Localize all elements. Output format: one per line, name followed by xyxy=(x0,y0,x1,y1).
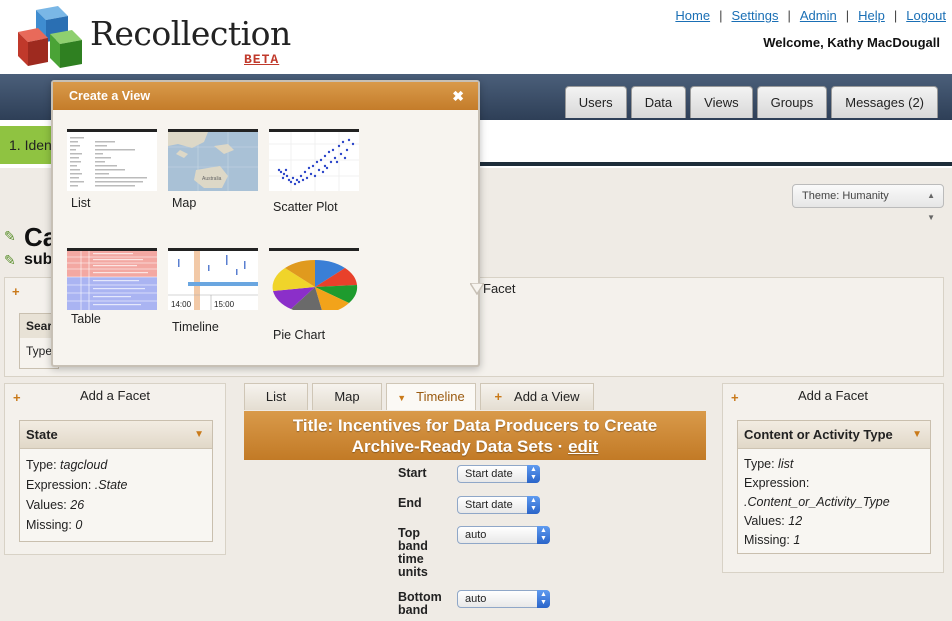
list-thumbnail-icon xyxy=(67,129,157,191)
scatter-thumbnail-icon xyxy=(269,129,359,191)
updown-arrow-icon: ▲ ▼ xyxy=(527,496,540,514)
timeline-thumbnail-icon: 14:00 15:00 xyxy=(168,248,258,310)
updown-arrow-icon: ▲ ▼ xyxy=(927,191,935,222)
state-facet: State ▼ Type: tagcloud Expression: .State… xyxy=(19,420,213,542)
top-links: Home | Settings | Admin | Help | Logout xyxy=(675,8,946,23)
help-link[interactable]: Help xyxy=(858,8,885,23)
top-band-value: auto xyxy=(465,529,487,541)
content-type-facet: Content or Activity Type ▼ Type: list Exp… xyxy=(737,420,931,554)
edit-title-link[interactable]: edit xyxy=(568,437,598,456)
view-option-label: Timeline xyxy=(172,320,219,334)
updown-arrow-icon: ▲ ▼ xyxy=(537,590,550,608)
values-label: Values: xyxy=(26,498,71,512)
start-value: Start date xyxy=(465,468,513,480)
add-facet-label[interactable]: Facet xyxy=(483,281,516,296)
svg-text:Australia: Australia xyxy=(202,176,222,182)
type-label: Type: xyxy=(744,457,779,471)
expression-value: .Content_or_Activity_Type xyxy=(744,495,890,509)
collection-subtitle: sub xyxy=(24,251,53,268)
view-title-banner: Title: Incentives for Data Producers to … xyxy=(244,411,706,460)
pencil-icon[interactable]: ✎ xyxy=(4,228,16,245)
dropdown-arrow-icon[interactable]: ▼ xyxy=(912,421,922,449)
tab-messages[interactable]: Messages (2) xyxy=(831,86,938,118)
view-option-label: Scatter Plot xyxy=(273,200,338,214)
left-facet-panel: + Add a Facet State ▼ Type: tagcloud Expr… xyxy=(4,383,226,555)
welcome-text: Welcome, Kathy MacDougall xyxy=(763,35,940,50)
missing-label: Missing: xyxy=(744,533,794,547)
map-thumbnail-icon: Australia xyxy=(168,129,258,191)
values-label: Values: xyxy=(744,514,789,528)
end-value: Start date xyxy=(465,499,513,511)
view-tab-label: Timeline xyxy=(416,389,465,404)
view-option-label: Pie Chart xyxy=(273,328,326,342)
end-label: End xyxy=(398,496,422,510)
view-option-label: List xyxy=(71,196,91,210)
plus-icon: + xyxy=(494,389,503,404)
facet-header: State xyxy=(26,427,58,442)
header: Recollection BETA Home | Settings | Admin | He… xyxy=(0,0,952,74)
banner-line-1: Title: Incentives for Data Producers to … xyxy=(292,416,658,435)
view-option-label: Map xyxy=(172,196,197,210)
right-facet-panel: + Add a Facet Content or Activity Type ▼ … xyxy=(722,383,944,573)
theme-select[interactable]: Theme: Humanity ▲ ▼ xyxy=(792,184,944,222)
add-view-label: Add a View xyxy=(514,389,580,404)
bottom-band-label: Bottom band xyxy=(398,590,442,617)
popup-title: Create a View xyxy=(69,89,151,103)
tab-users[interactable]: Users xyxy=(564,86,627,118)
add-view-tab[interactable]: + Add a View xyxy=(480,383,594,410)
facet-header: Content or Activity Type xyxy=(744,427,893,442)
logo-cubes-icon xyxy=(18,6,82,68)
start-label: Start xyxy=(398,466,427,480)
view-tab-map[interactable]: Map xyxy=(312,383,382,410)
home-link[interactable]: Home xyxy=(675,8,710,23)
add-facet-link[interactable]: Add a Facet xyxy=(5,388,225,403)
type-label: Type: xyxy=(26,458,61,472)
missing-value: 0 xyxy=(75,518,83,532)
start-select[interactable]: Start date ▲ ▼ xyxy=(457,465,540,483)
app-name: Recollection xyxy=(90,14,291,53)
settings-link[interactable]: Settings xyxy=(731,8,778,23)
table-thumbnail-icon xyxy=(67,248,157,310)
updown-arrow-icon: ▲ ▼ xyxy=(527,465,540,483)
theme-label: Theme: Humanity xyxy=(802,190,889,202)
view-option-label: Table xyxy=(71,312,101,326)
create-view-popup: Create a View ✖ List Australia Map Scatt… xyxy=(51,80,480,367)
tab-views[interactable]: Views xyxy=(690,86,753,118)
updown-arrow-icon: ▲ ▼ xyxy=(537,526,550,544)
expression-label: Expression: xyxy=(744,476,810,490)
expression-label: Expression: xyxy=(26,478,95,492)
add-facet-link[interactable]: Add a Facet xyxy=(723,388,943,403)
view-tab-timeline[interactable]: ▼ Timeline xyxy=(386,383,476,410)
top-band-select[interactable]: auto ▲ ▼ xyxy=(457,526,550,544)
type-value: list xyxy=(778,457,794,471)
admin-link[interactable]: Admin xyxy=(800,8,837,23)
bottom-band-value: auto xyxy=(465,593,487,605)
values-value: 26 xyxy=(70,498,85,512)
banner-line-2: Archive-Ready Data Sets · xyxy=(351,437,569,456)
timeline-tick-label: 14:00 xyxy=(171,300,192,309)
tab-data[interactable]: Data xyxy=(630,86,687,118)
top-band-label: Top band time units xyxy=(398,526,428,579)
dropdown-arrow-icon[interactable]: ▼ xyxy=(194,421,204,449)
pie-thumbnail-icon xyxy=(269,248,359,310)
close-icon[interactable]: ✖ xyxy=(452,82,464,110)
logout-link[interactable]: Logout xyxy=(906,8,946,23)
pencil-icon[interactable]: ✎ xyxy=(4,252,16,269)
timeline-tick-label: 15:00 xyxy=(214,300,235,309)
missing-label: Missing: xyxy=(26,518,76,532)
values-value: 12 xyxy=(788,514,803,528)
plus-icon[interactable]: + xyxy=(12,284,20,299)
beta-label: BETA xyxy=(244,52,280,67)
end-select[interactable]: Start date ▲ ▼ xyxy=(457,496,540,514)
popup-pointer xyxy=(470,283,484,295)
expression-value: .State xyxy=(94,478,128,492)
view-tab-list[interactable]: List xyxy=(244,383,308,410)
popup-header: Create a View ✖ xyxy=(53,82,478,110)
dropdown-arrow-icon[interactable]: ▼ xyxy=(397,393,406,403)
bottom-band-select[interactable]: auto ▲ ▼ xyxy=(457,590,550,608)
type-value: tagcloud xyxy=(60,458,108,472)
missing-value: 1 xyxy=(793,533,801,547)
tab-groups[interactable]: Groups xyxy=(756,86,828,118)
